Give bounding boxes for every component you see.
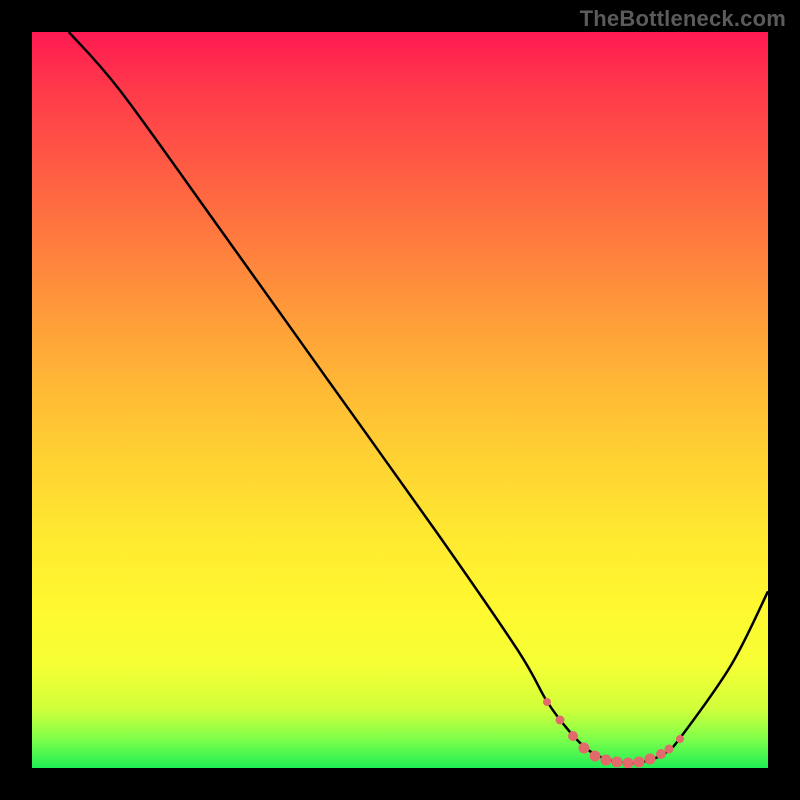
chart-plot-area: [32, 32, 768, 768]
chart-marker: [634, 757, 645, 768]
chart-marker: [612, 757, 623, 768]
chart-marker: [590, 751, 601, 762]
chart-marker: [645, 754, 656, 765]
watermark-text: TheBottleneck.com: [580, 6, 786, 32]
chart-marker: [543, 698, 551, 706]
chart-marker: [568, 731, 578, 741]
chart-marker: [664, 744, 673, 753]
chart-marker: [623, 757, 634, 768]
chart-curve-path: [69, 32, 768, 763]
chart-marker: [601, 754, 612, 765]
chart-marker: [676, 735, 684, 743]
chart-curve-svg: [32, 32, 768, 768]
chart-marker: [556, 716, 565, 725]
chart-marker: [579, 743, 590, 754]
